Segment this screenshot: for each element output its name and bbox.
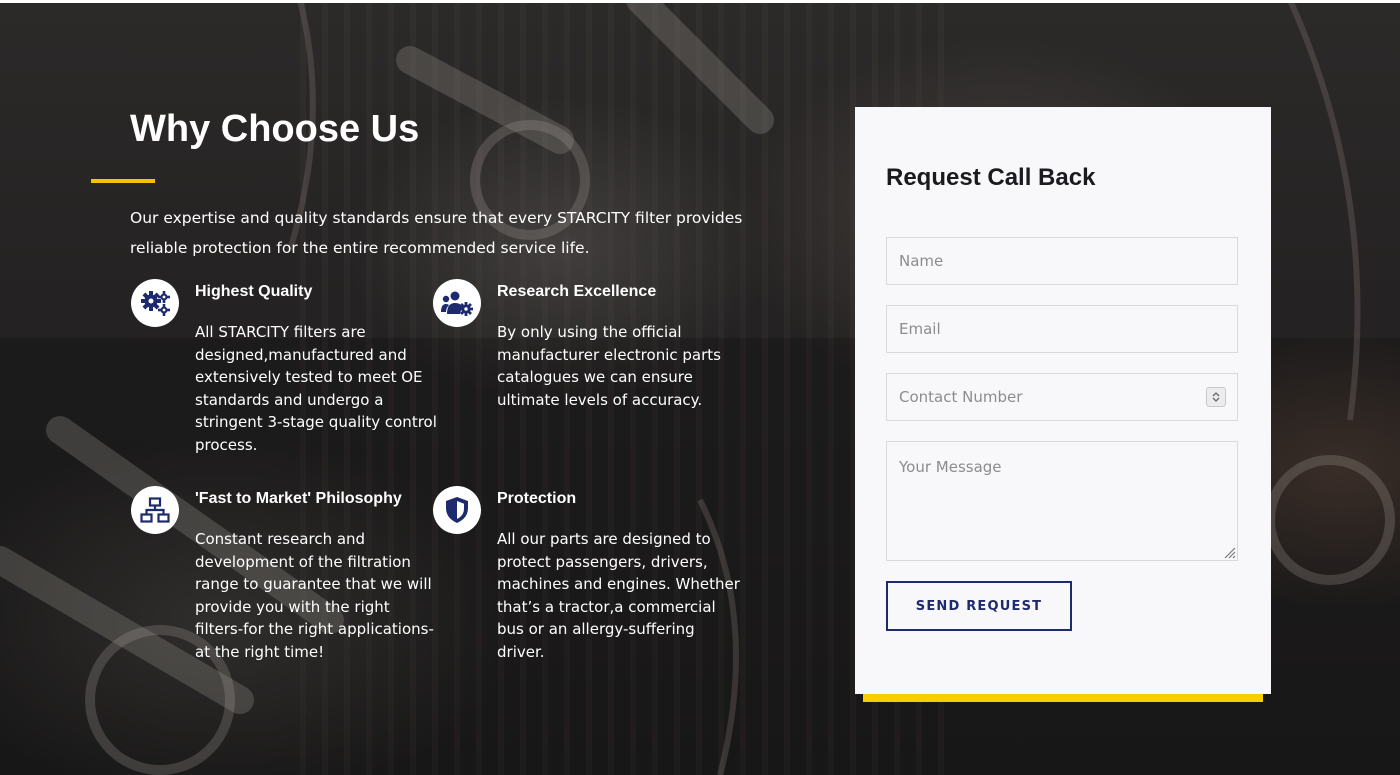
number-spinner[interactable] (1206, 387, 1226, 407)
team-gear-icon (433, 279, 481, 327)
request-callback-form: Request Call Back SEND REQUEST (855, 107, 1271, 694)
feature-title: Research Excellence (497, 283, 657, 300)
shield-icon (433, 486, 481, 534)
feature-text: By only using the official manufacturer … (497, 323, 721, 409)
form-accent-bar (863, 694, 1263, 702)
send-request-button[interactable]: SEND REQUEST (886, 581, 1072, 631)
feature-title: 'Fast to Market' Philosophy (195, 490, 402, 507)
message-textarea[interactable] (886, 441, 1238, 561)
network-icon (131, 486, 179, 534)
email-input[interactable] (886, 305, 1238, 353)
section-title: Why Choose Us (130, 108, 420, 150)
feature-text: All STARCITY filters are designed,manufa… (195, 323, 437, 454)
contact-number-input[interactable] (886, 373, 1238, 421)
resize-grip-icon[interactable] (1222, 545, 1236, 559)
feature-text: All our parts are designed to protect pa… (497, 530, 740, 661)
feature-text: Constant research and development of the… (195, 530, 434, 661)
section-intro: Our expertise and quality standards ensu… (130, 209, 743, 257)
name-input[interactable] (886, 237, 1238, 285)
feature-title: Protection (497, 490, 577, 507)
gears-icon (131, 279, 179, 327)
title-underline (91, 179, 155, 183)
feature-title: Highest Quality (195, 283, 313, 300)
contact-number-wrapper (886, 373, 1238, 421)
form-title: Request Call Back (886, 164, 1096, 191)
top-divider (0, 0, 1400, 3)
